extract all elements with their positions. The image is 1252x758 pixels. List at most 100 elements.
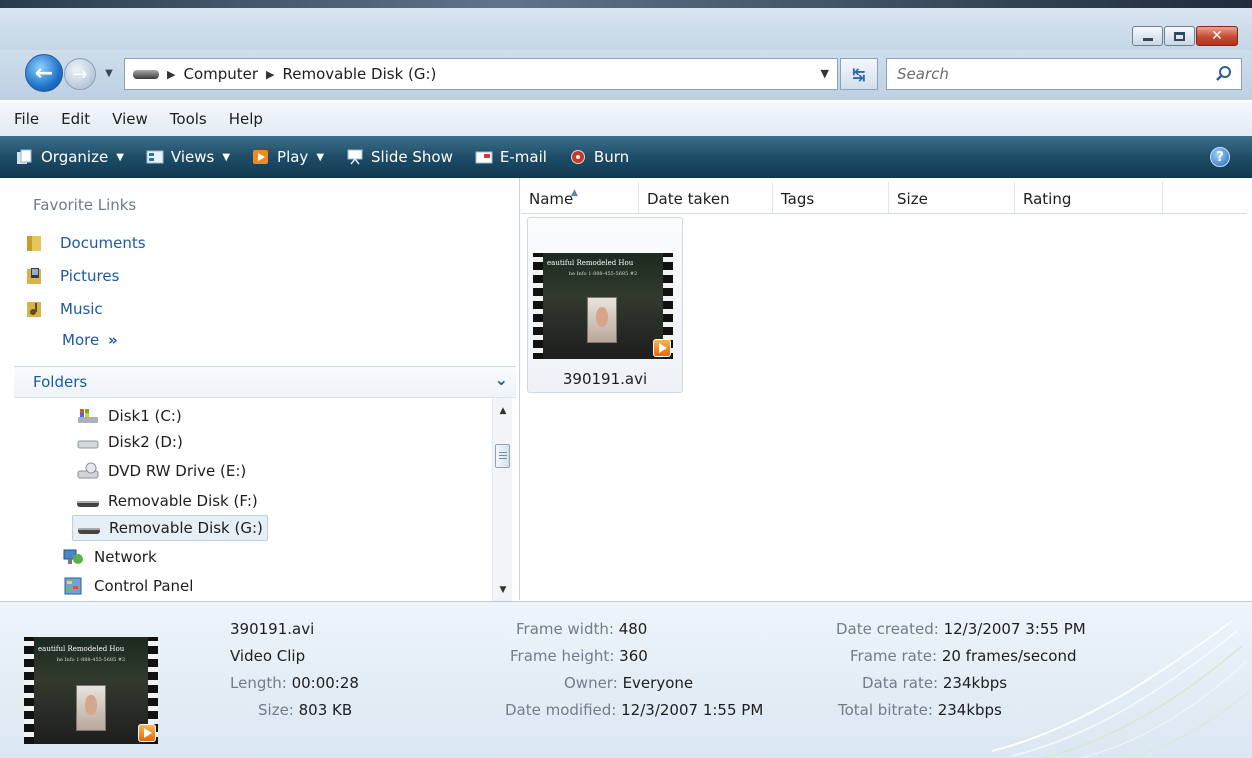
menu-help[interactable]: Help <box>229 110 263 128</box>
refresh-button[interactable]: ↹ <box>840 58 878 90</box>
favorite-link-pictures[interactable]: Pictures <box>26 263 119 289</box>
date-modified-value: 12/3/2007 1:55 PM <box>621 701 764 719</box>
scroll-thumb[interactable] <box>495 444 510 468</box>
organize-button[interactable]: Organize ▼ <box>16 148 124 166</box>
menu-view[interactable]: View <box>112 110 148 128</box>
tree-item-disk2-d[interactable]: Disk2 (D:) <box>72 429 187 455</box>
details-frame-width: Frame width: 480 <box>516 620 647 638</box>
menu-edit[interactable]: Edit <box>61 110 90 128</box>
removable-drive-icon <box>133 69 159 79</box>
column-header-label: Date taken <box>647 190 730 208</box>
scroll-down-arrow-icon[interactable]: ▼ <box>493 581 513 599</box>
menu-file[interactable]: File <box>14 110 39 128</box>
details-data-rate: Data rate: 234kbps <box>862 674 1007 692</box>
length-label: Length: <box>230 674 287 692</box>
tree-item-disk1-c[interactable]: Disk1 (C:) <box>72 403 186 429</box>
minimize-icon <box>1142 37 1153 41</box>
file-name[interactable]: 390191.avi <box>527 370 683 388</box>
tree-item-label: Removable Disk (F:) <box>108 492 258 510</box>
minimize-button[interactable] <box>1132 26 1163 46</box>
maximize-icon <box>1174 31 1185 41</box>
column-header-tags[interactable]: Tags <box>773 182 889 214</box>
details-frame-rate: Frame rate: 20 frames/second <box>850 647 1077 665</box>
windows-drive-icon <box>78 409 98 423</box>
title-bar: ✕ <box>0 0 1252 50</box>
help-icon[interactable]: ? <box>1210 147 1230 167</box>
menu-bar: File Edit View Tools Help <box>0 102 1252 136</box>
breadcrumb-separator-icon: ▶ <box>266 67 275 81</box>
double-chevron-right-icon: » <box>107 331 118 349</box>
thumbnail-frame: eautiful Remodeled Hou he Info 1-888-455… <box>34 637 148 744</box>
control-panel-icon <box>64 577 82 595</box>
frame-rate-label: Frame rate: <box>850 647 938 665</box>
tree-item-dvd-rw-drive-e[interactable]: DVD RW Drive (E:) <box>72 458 250 484</box>
close-icon: ✕ <box>1211 28 1223 44</box>
owner-value: Everyone <box>622 674 694 692</box>
data-rate-label: Data rate: <box>862 674 939 692</box>
tree-item-removable-disk-f[interactable]: Removable Disk (F:) <box>72 488 262 514</box>
address-bar[interactable]: ▶ Computer ▶ Removable Disk (G:) ▼ <box>124 58 838 90</box>
email-label: E-mail <box>499 148 547 166</box>
data-rate-value: 234kbps <box>942 674 1008 692</box>
documents-folder-icon <box>27 236 41 251</box>
scroll-up-arrow-icon[interactable]: ▲ <box>493 402 513 420</box>
search-input[interactable] <box>897 65 1197 83</box>
views-caret-icon: ▼ <box>222 151 231 163</box>
video-play-badge-icon <box>138 724 156 742</box>
burn-icon <box>570 150 585 164</box>
column-header-size[interactable]: Size <box>889 182 1015 214</box>
folders-header[interactable]: Folders ⌄ <box>14 366 516 398</box>
breadcrumb-removable-disk-g[interactable]: Removable Disk (G:) <box>283 65 437 83</box>
column-header-date-taken[interactable]: Date taken <box>639 182 773 214</box>
email-button[interactable]: E-mail <box>475 148 547 166</box>
breadcrumb-separator-icon: ▶ <box>167 67 176 81</box>
forward-button[interactable]: → <box>64 58 96 90</box>
folders-heading: Folders <box>33 373 88 391</box>
tree-item-network[interactable]: Network <box>58 544 161 570</box>
column-header-label: Size <box>897 190 928 208</box>
favorite-links-heading: Favorite Links <box>33 196 137 214</box>
maximize-button[interactable] <box>1164 26 1195 46</box>
search-icon[interactable] <box>1215 65 1233 83</box>
tree-item-control-panel[interactable]: Control Panel <box>58 573 197 599</box>
music-folder-icon <box>27 302 41 317</box>
more-links-button[interactable]: More » <box>62 331 118 349</box>
favorite-link-music[interactable]: Music <box>26 296 103 322</box>
more-links-label: More <box>62 331 100 349</box>
search-box[interactable] <box>886 58 1242 90</box>
views-button[interactable]: Views ▼ <box>146 148 230 166</box>
frame-width-value: 480 <box>618 620 648 638</box>
date-modified-label: Date modified: <box>505 701 617 719</box>
recent-pages-dropdown[interactable]: ▼ <box>102 68 116 82</box>
breadcrumb-computer[interactable]: Computer <box>183 65 258 83</box>
slideshow-button[interactable]: Slide Show <box>346 148 453 166</box>
tree-item-removable-disk-g[interactable]: Removable Disk (G:) <box>72 515 268 541</box>
video-play-badge-icon <box>653 339 671 357</box>
back-button[interactable]: ← <box>25 54 63 92</box>
film-strip-left <box>533 253 543 359</box>
sort-ascending-icon: ▲ <box>571 188 578 198</box>
column-header-rating[interactable]: Rating <box>1015 182 1163 214</box>
column-header-label: Name <box>529 190 574 208</box>
organize-label: Organize <box>41 148 109 166</box>
thumbnail-portrait <box>76 685 106 731</box>
burn-button[interactable]: Burn <box>569 148 629 166</box>
pictures-folder-icon <box>27 268 41 284</box>
views-label: Views <box>170 148 215 166</box>
details-date-modified: Date modified: 12/3/2007 1:55 PM <box>505 701 763 719</box>
frame-width-label: Frame width: <box>516 620 614 638</box>
frame-height-label: Frame height: <box>510 647 615 665</box>
video-thumbnail[interactable]: eautiful Remodeled Hou he Info 1-888-455… <box>533 253 673 359</box>
play-button[interactable]: Play ▼ <box>252 148 324 166</box>
column-header-name[interactable]: ▲ Name <box>521 182 639 214</box>
length-value: 00:00:28 <box>291 674 359 692</box>
address-dropdown-icon[interactable]: ▼ <box>821 67 829 80</box>
forward-arrow-icon: → <box>72 63 88 85</box>
close-button[interactable]: ✕ <box>1196 26 1238 46</box>
slideshow-label: Slide Show <box>371 148 453 166</box>
views-icon <box>146 150 164 164</box>
folders-scrollbar[interactable]: ▲ ▼ <box>492 398 512 601</box>
details-frame-height: Frame height: 360 <box>510 647 648 665</box>
menu-tools[interactable]: Tools <box>170 110 207 128</box>
favorite-link-documents[interactable]: Documents <box>26 230 146 256</box>
